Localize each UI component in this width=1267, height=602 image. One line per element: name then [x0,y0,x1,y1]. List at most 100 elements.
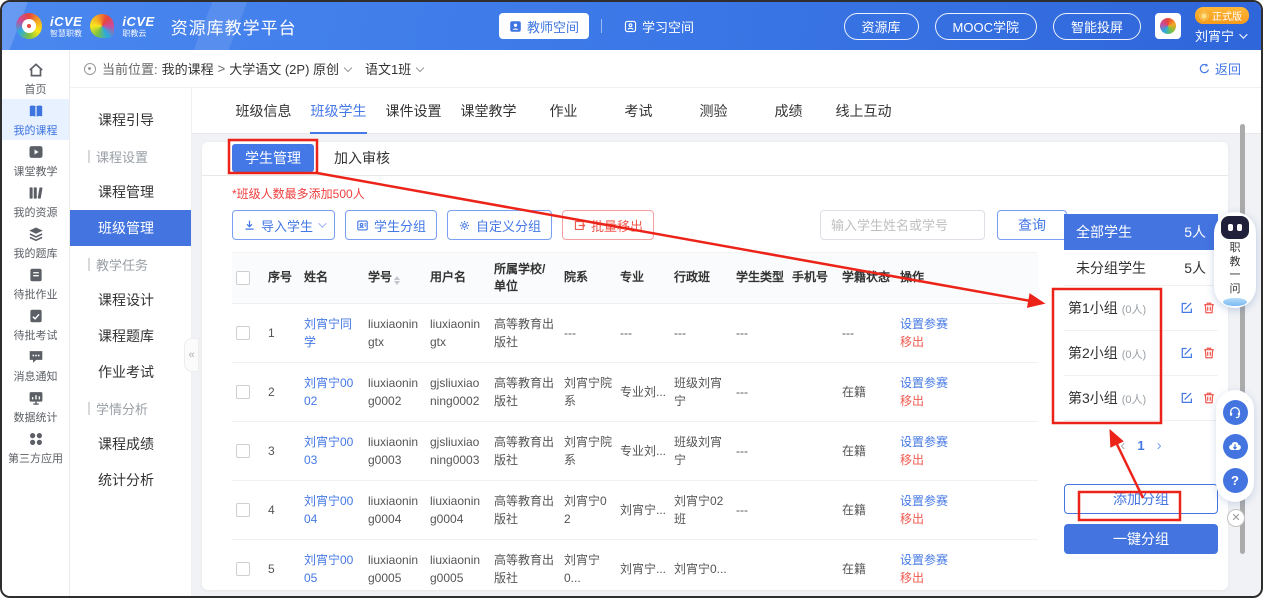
search-input[interactable] [820,210,985,240]
tab[interactable]: 成绩 [751,88,826,134]
left-rail-item[interactable]: 消息通知 [2,345,69,386]
remove-link[interactable]: 移出 [900,392,1034,410]
help-button[interactable]: ? [1223,468,1248,493]
set-contest-link[interactable]: 设置参赛 [900,551,1034,569]
customer-service-button[interactable] [1223,400,1248,425]
left-rail-item[interactable]: 第三方应用 [2,427,69,468]
remove-link[interactable]: 移出 [900,569,1034,587]
remove-link[interactable]: 移出 [900,333,1034,351]
row-checkbox[interactable] [236,385,250,399]
left-rail-item[interactable]: 待批作业 [2,263,69,304]
header-pill-button[interactable]: MOOC学院 [935,13,1037,40]
learning-space-button[interactable]: 学习空间 [614,13,704,39]
group-students-button[interactable]: 学生分组 [345,210,437,240]
menu-collapse-handle[interactable]: « [184,338,199,372]
course-menu-item[interactable]: 作业考试 [70,354,191,390]
course-menu-item[interactable]: 课程题库 [70,318,191,354]
cell-username: liuxiaoning0005 [426,539,490,590]
group-all-students[interactable]: 全部学生5人 [1064,214,1218,250]
tab[interactable]: 班级学生 [301,88,376,134]
student-name-link[interactable]: 刘宵宁0002 [304,376,353,408]
classroom-icon [27,143,45,161]
set-contest-link[interactable]: 设置参赛 [900,433,1034,451]
course-menu-item[interactable]: 课程设计 [70,282,191,318]
course-menu-item[interactable]: 统计分析 [70,462,191,498]
close-rail-button[interactable]: ✕ [1227,509,1245,527]
subtab-join-audit[interactable]: 加入审核 [334,144,390,172]
row-checkbox[interactable] [236,326,250,340]
tab[interactable]: 线上互动 [826,88,901,134]
left-rail-item[interactable]: 待批考试 [2,304,69,345]
row-checkbox[interactable] [236,444,250,458]
learning-icon [624,20,637,33]
pagination: ‹ 1 › [1064,437,1218,454]
course-menu-item[interactable]: 课程引导 [70,102,191,138]
set-contest-link[interactable]: 设置参赛 [900,374,1034,392]
col-student-no[interactable]: 学号 [364,253,426,304]
course-menu-item[interactable]: 班级管理 [70,210,191,246]
left-rail-item[interactable]: 我的题库 [2,222,69,263]
remove-link[interactable]: 移出 [900,451,1034,469]
teacher-space-button[interactable]: 教师空间 [499,13,589,39]
page-number[interactable]: 1 [1137,438,1144,453]
tab[interactable]: 课堂教学 [451,88,526,134]
avatar[interactable] [1155,13,1181,39]
user-menu[interactable]: 刘宵宁 [1195,26,1245,45]
tab[interactable]: 班级信息 [226,88,301,134]
row-checkbox[interactable] [236,503,250,517]
batch-remove-button[interactable]: 批量移出 [562,210,654,240]
next-page-button[interactable]: › [1157,437,1162,454]
student-name-link[interactable]: 刘宵宁0004 [304,494,353,526]
tab[interactable]: 测验 [676,88,751,134]
header-pill-button[interactable]: 智能投屏 [1053,13,1141,40]
left-rail-item[interactable]: 课堂教学 [2,140,69,181]
left-rail-item[interactable]: 我的资源 [2,181,69,222]
group-row[interactable]: 第2小组 (0人) [1064,331,1218,376]
add-group-button[interactable]: 添加分组 [1064,484,1218,514]
tab[interactable]: 课件设置 [376,88,451,134]
student-name-link[interactable]: 刘宵宁同学 [304,317,352,349]
tab[interactable]: 考试 [601,88,676,134]
breadcrumb-root[interactable]: 我的课程 [162,59,214,78]
row-checkbox[interactable] [236,562,250,576]
left-rail-item[interactable]: 数据统计 [2,386,69,427]
assistant-widget[interactable]: 职教一问 [1214,212,1256,308]
col-admin-class: 行政班 [670,253,732,304]
set-contest-link[interactable]: 设置参赛 [900,315,1034,333]
edit-icon[interactable] [1180,391,1194,405]
course-menu-item[interactable]: 课程管理 [70,174,191,210]
breadcrumb-course-select[interactable]: 大学语文 (2P) 原创 [229,59,339,78]
group-row[interactable]: 第3小组 (0人) [1064,376,1218,421]
download-center-button[interactable] [1223,434,1248,459]
breadcrumb-separator: > [218,61,226,76]
group-row[interactable]: 第1小组 (0人) [1064,286,1218,331]
breadcrumb-class-select[interactable]: 语文1班 [365,59,411,78]
import-students-button[interactable]: 导入学生 [232,210,335,240]
header-pill-button[interactable]: 资源库 [844,13,919,40]
edit-icon[interactable] [1180,346,1194,360]
one-click-group-button[interactable]: 一键分组 [1064,524,1218,554]
cell-school: 高等教育出版社 [490,421,560,480]
select-all-checkbox[interactable] [236,271,250,285]
prev-page-button[interactable]: ‹ [1120,437,1125,454]
left-rail-item[interactable]: 首页 [2,58,69,99]
student-name-link[interactable]: 刘宵宁0003 [304,435,353,467]
remove-link[interactable]: 移出 [900,510,1034,528]
delete-icon[interactable] [1202,346,1216,360]
delete-icon[interactable] [1202,301,1216,315]
course-menu-item[interactable]: 课程成绩 [70,426,191,462]
student-name-link[interactable]: 刘宵宁0005 [304,553,353,585]
left-rail-item[interactable]: 我的课程 [2,99,69,140]
custom-group-button[interactable]: 自定义分组 [447,210,552,240]
sort-icon[interactable] [394,276,400,285]
delete-icon[interactable] [1202,391,1216,405]
edit-icon[interactable] [1180,301,1194,315]
cell-admin-class: 刘宵宁02班 [670,480,732,539]
set-contest-link[interactable]: 设置参赛 [900,492,1034,510]
query-button[interactable]: 查询 [997,210,1067,240]
back-button[interactable]: 返回 [1198,59,1241,78]
subtab-student-manage[interactable]: 学生管理 [232,144,314,172]
tab[interactable]: 作业 [526,88,601,134]
cell-phone [788,303,838,362]
group-ungrouped-students[interactable]: 未分组学生5人 [1064,250,1218,286]
